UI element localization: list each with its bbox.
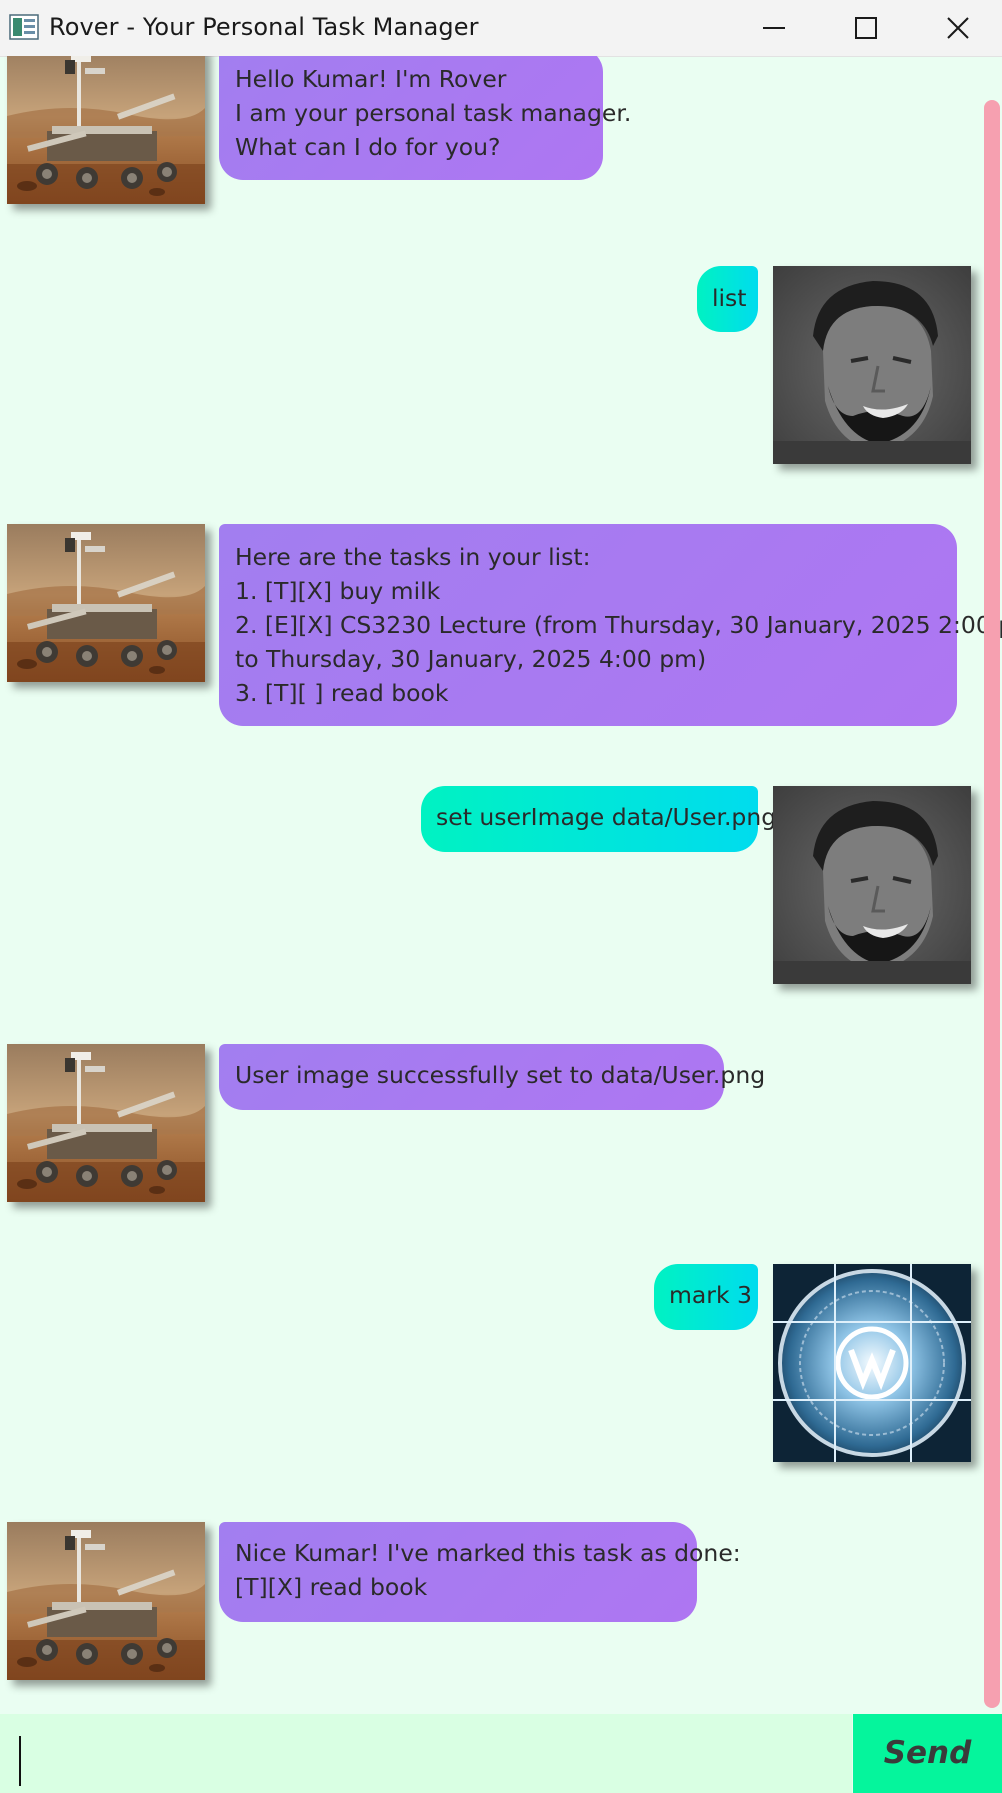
user-message-bubble: set userImage data/User.png bbox=[421, 786, 776, 852]
mars-rover-avatar bbox=[7, 56, 205, 204]
window-title: Rover - Your Personal Task Manager bbox=[49, 13, 479, 41]
maximize-icon bbox=[855, 17, 877, 39]
bot-message-bubble: User image successfully set to data/User… bbox=[219, 1044, 765, 1110]
user-message-bubble: mark 3 bbox=[654, 1264, 758, 1330]
send-button[interactable]: Send bbox=[853, 1714, 1002, 1793]
close-button[interactable] bbox=[912, 0, 1002, 56]
mars-rover-avatar bbox=[7, 524, 205, 682]
bearded-man-avatar bbox=[773, 266, 971, 464]
maximize-button[interactable] bbox=[820, 0, 912, 56]
chat-scroll-pane[interactable]: Hello Kumar! I'm Rover I am your persona… bbox=[0, 56, 1002, 1712]
vertical-scrollbar[interactable] bbox=[984, 100, 1000, 1708]
blue-emblem-avatar bbox=[773, 1264, 971, 1462]
minimize-button[interactable] bbox=[728, 0, 820, 56]
minimize-icon bbox=[763, 27, 785, 29]
close-icon bbox=[947, 17, 969, 39]
text-caret bbox=[19, 1736, 21, 1786]
user-message-bubble: list bbox=[697, 266, 758, 332]
bot-message-bubble: Nice Kumar! I've marked this task as don… bbox=[219, 1522, 741, 1622]
bot-message-bubble: Here are the tasks in your list: 1. [T][… bbox=[219, 524, 1002, 726]
mars-rover-avatar bbox=[7, 1044, 205, 1202]
mars-rover-avatar bbox=[7, 1522, 205, 1680]
app-icon bbox=[9, 14, 39, 40]
title-bar: Rover - Your Personal Task Manager bbox=[0, 0, 1002, 57]
bot-message-bubble: Hello Kumar! I'm Rover I am your persona… bbox=[219, 56, 631, 180]
bearded-man-avatar bbox=[773, 786, 971, 984]
message-input[interactable] bbox=[0, 1714, 852, 1793]
